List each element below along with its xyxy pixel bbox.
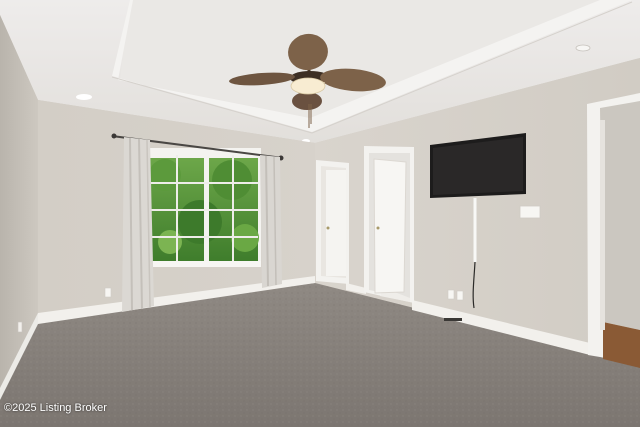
- window: [147, 148, 261, 267]
- curtain-right: [260, 155, 282, 288]
- watermark-text: ©2025 Listing Broker: [4, 402, 107, 414]
- floor-vent: [444, 318, 462, 321]
- bathroom-doorway: [364, 146, 414, 303]
- listing-photo: ©2025 Listing Broker: [0, 0, 640, 427]
- smoke-detector-icon: [575, 44, 591, 52]
- door: [373, 158, 407, 294]
- bedroom-scene: [0, 0, 640, 427]
- closet-doorway: [316, 160, 349, 284]
- recessed-light: [76, 94, 92, 100]
- hallway-doorway: [587, 93, 640, 368]
- outlet: [456, 290, 464, 301]
- curtain-left: [122, 137, 154, 312]
- light-switch: [519, 205, 541, 219]
- outlet: [447, 289, 455, 300]
- outlet: [104, 287, 112, 298]
- outlet: [17, 321, 23, 333]
